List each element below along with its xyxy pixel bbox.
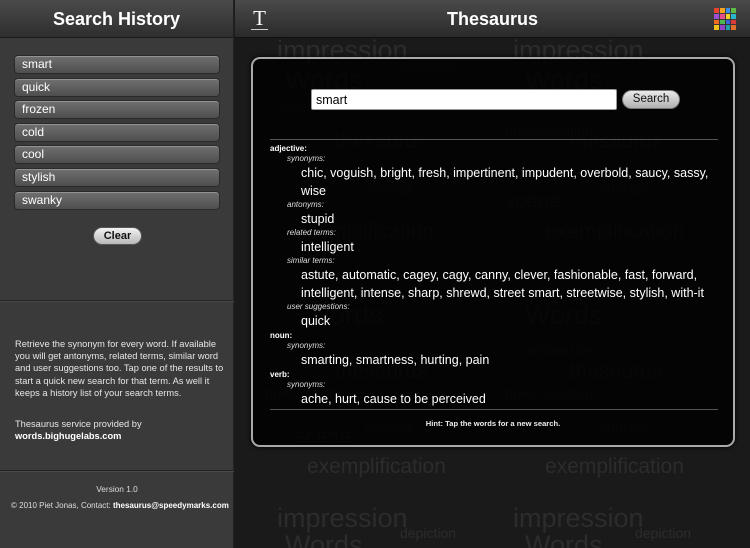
result-terms[interactable]: intelligent, intense, sharp, shrewd, str… (270, 284, 720, 302)
part-of-speech-label: adjective: (270, 144, 307, 153)
search-history-list: smart quick frozen cold cool stylish swa… (14, 55, 220, 213)
provider-link[interactable]: words.bighugelabs.com (15, 431, 121, 441)
sidebar: Search History smart quick frozen cold c… (0, 0, 234, 548)
result-terms[interactable]: chic, voguish, bright, fresh, impertinen… (270, 164, 720, 182)
grid-cell (731, 8, 736, 13)
part-of-speech-label: noun: (270, 331, 293, 340)
grid-cell (725, 13, 731, 19)
copyright-line: © 2010 Piet Jonas, Contact: thesaurus@sp… (11, 501, 229, 510)
background-word: exemplification (307, 455, 446, 478)
sidebar-title: Search History (0, 0, 233, 38)
grid-cell (714, 8, 719, 13)
provider-text: Thesaurus service provided by (15, 419, 142, 429)
grid-cell (719, 13, 725, 19)
history-item[interactable]: swanky (14, 190, 220, 210)
term-group-label: related terms: (287, 228, 336, 237)
main-area: impressiondepictionimpressionWordsWordsa… (235, 0, 750, 548)
provider-credit: Thesaurus service provided by words.bigh… (15, 418, 142, 442)
result-terms[interactable]: stupid (270, 210, 720, 228)
grid-cell (731, 25, 736, 30)
grid-cell (725, 19, 731, 25)
copyright-text: © 2010 Piet Jonas, Contact: (11, 501, 111, 510)
background-word: exemplification (545, 455, 684, 478)
grid-cell (731, 13, 736, 19)
result-terms[interactable]: astute, automatic, cagey, cagy, canny, c… (270, 266, 720, 284)
history-item[interactable]: frozen (14, 100, 220, 120)
version-label: Version 1.0 (96, 484, 138, 494)
result-terms[interactable]: wise (270, 182, 720, 200)
sidebar-divider (0, 470, 234, 471)
results-list: adjective: synonyms: chic, voguish, bright… (270, 143, 720, 408)
app-description: Retrieve the synonym for every word. If … (15, 339, 224, 398)
results-bottom-divider (270, 409, 718, 410)
grid-cell (714, 25, 719, 30)
history-item[interactable]: cold (14, 122, 220, 142)
result-terms[interactable]: smarting, smartness, hurting, pain (270, 351, 720, 369)
color-grid-icon[interactable] (714, 8, 736, 30)
results-panel: Search adjective:synonyms:chic, voguish,… (251, 57, 735, 447)
contact-email-link[interactable]: thesaurus@speedymarks.com (113, 501, 229, 510)
background-word: Words (285, 530, 363, 548)
page-title: Thesaurus (446, 9, 539, 29)
term-group-label: synonyms: (287, 154, 326, 163)
history-item[interactable]: cool (14, 145, 220, 165)
grid-cell (719, 8, 725, 13)
grid-cell (725, 8, 731, 13)
term-group-label: synonyms: (287, 380, 326, 389)
grid-cell (731, 19, 736, 25)
result-terms[interactable]: quick (270, 312, 720, 330)
hint-text: Hint: Tap the words for a new search. (425, 419, 561, 428)
search-button[interactable]: Search (622, 90, 680, 109)
background-word: depiction (635, 525, 692, 541)
result-terms[interactable]: intelligent (270, 238, 720, 256)
results-top-divider (270, 139, 718, 140)
search-input[interactable] (311, 89, 617, 110)
clear-button[interactable]: Clear (93, 227, 142, 245)
term-group-label: synonyms: (287, 341, 326, 350)
history-item[interactable]: quick (14, 77, 220, 97)
grid-cell (725, 25, 731, 30)
history-item[interactable]: smart (14, 55, 220, 74)
grid-cell (714, 19, 719, 25)
history-item[interactable]: stylish (14, 167, 220, 187)
grid-cell (714, 13, 719, 19)
main-header: T Thesaurus (235, 0, 750, 38)
sidebar-divider (0, 300, 234, 301)
grid-cell (719, 19, 725, 25)
term-group-label: antonyms: (287, 200, 324, 209)
term-group-label: user suggestions: (287, 302, 350, 311)
grid-cell (719, 25, 725, 30)
background-word: depiction (400, 525, 457, 541)
background-word: Words (525, 530, 603, 548)
term-group-label: similar terms: (287, 256, 335, 265)
result-terms[interactable]: ache, hurt, cause to be perceived (270, 390, 720, 408)
part-of-speech-label: verb: (270, 370, 290, 379)
